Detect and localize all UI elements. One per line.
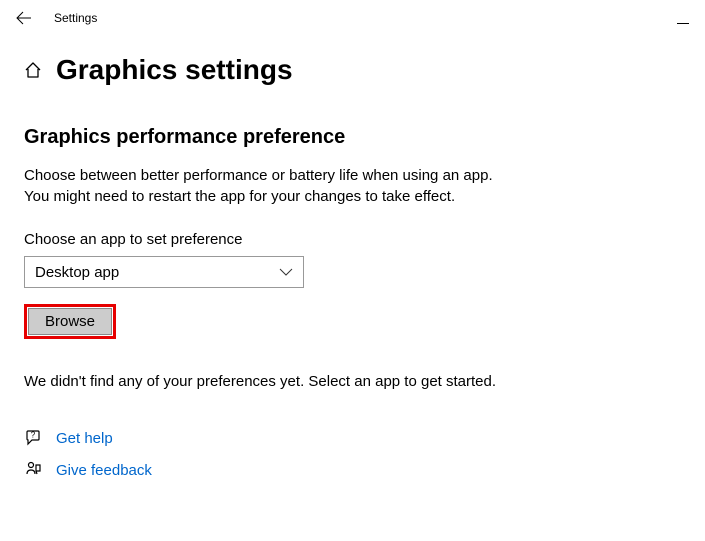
dropdown-selected-value: Desktop app: [35, 264, 119, 281]
help-icon: ?: [24, 429, 44, 447]
arrow-left-icon: [16, 10, 32, 26]
browse-button-highlight: Browse: [24, 304, 116, 339]
minimize-icon: [677, 23, 689, 25]
browse-button[interactable]: Browse: [28, 308, 112, 335]
home-icon[interactable]: [24, 61, 42, 79]
section-description: Choose between better performance or bat…: [24, 165, 705, 207]
get-help-label: Get help: [56, 430, 113, 447]
section-title: Graphics performance preference: [24, 126, 705, 149]
app-type-dropdown[interactable]: Desktop app: [24, 256, 304, 288]
description-line-2: You might need to restart the app for yo…: [24, 188, 455, 205]
minimize-button[interactable]: [677, 12, 689, 30]
dropdown-label: Choose an app to set preference: [24, 231, 705, 248]
content-area: Graphics settings Graphics performance p…: [0, 36, 705, 390]
give-feedback-label: Give feedback: [56, 462, 152, 479]
get-help-link[interactable]: ? Get help: [24, 429, 152, 447]
give-feedback-link[interactable]: Give feedback: [24, 461, 152, 479]
titlebar: Settings: [0, 0, 705, 36]
back-button[interactable]: [8, 2, 40, 34]
chevron-down-icon: [279, 268, 293, 276]
empty-state-message: We didn't find any of your preferences y…: [24, 373, 705, 390]
footer-links: ? Get help Give feedback: [24, 429, 152, 493]
description-line-1: Choose between better performance or bat…: [24, 167, 493, 184]
feedback-icon: [24, 461, 44, 479]
page-header: Graphics settings: [24, 54, 705, 86]
svg-text:?: ?: [31, 431, 36, 440]
page-title: Graphics settings: [56, 54, 293, 86]
window-title: Settings: [54, 11, 97, 25]
